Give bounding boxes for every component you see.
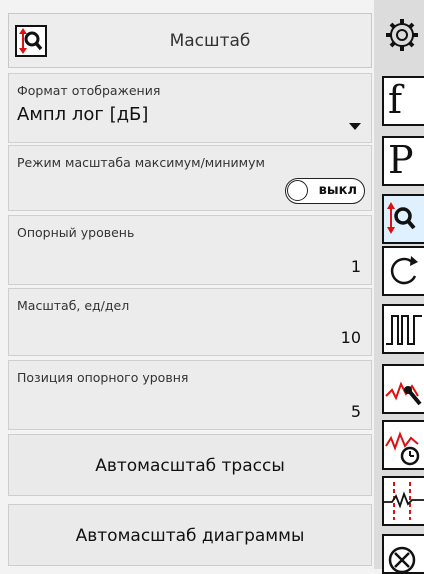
panel-header: Масштаб [8,13,372,68]
autoscale-trace-button[interactable]: Автомасштаб трассы [8,434,372,496]
marker-trace-icon [385,381,422,406]
dropdown-arrow-icon [349,123,361,130]
ref-level-value: 1 [350,257,361,276]
settings-button[interactable] [382,10,424,60]
display-format-dropdown[interactable]: Формат отображения Ампл лог [дБ] [8,73,372,143]
trace-time-icon [385,431,420,466]
toggle-knob [287,180,308,201]
scale-button[interactable] [382,194,424,244]
marker-button[interactable] [382,364,424,414]
scale-per-div-label: Масштаб, ед/дел [17,298,130,313]
scale-mode-label: Режим масштаба максимум/минимум [17,155,265,170]
ref-level-field[interactable]: Опорный уровень 1 [8,215,372,285]
toggle-state-label: выкл [318,183,357,198]
trigger-button[interactable] [382,304,424,354]
power-p-icon: P [388,138,414,182]
scale-per-div-value: 10 [340,328,361,347]
ref-position-label: Позиция опорного уровня [17,370,189,385]
zoom-scale-icon [15,25,47,57]
ref-level-label: Опорный уровень [17,225,135,240]
ref-position-field[interactable]: Позиция опорного уровня 5 [8,360,372,430]
autoscale-diagram-button[interactable]: Автомасштаб диаграммы [8,504,372,566]
power-button[interactable]: P [382,136,424,186]
limit-lines-icon [384,482,424,520]
ref-position-value: 5 [350,402,361,421]
frequency-f-icon: f [388,78,403,122]
gear-icon [386,19,418,51]
scale-mode-field: Режим масштаба максимум/минимум выкл [8,145,372,211]
display-format-label: Формат отображения [17,83,161,98]
pulse-trigger-icon [386,315,422,345]
display-format-value: Ампл лог [дБ] [17,104,149,125]
close-circle-icon [388,546,416,572]
page-title: Масштаб [169,31,251,51]
trace-time-button[interactable] [382,420,424,470]
frequency-button[interactable]: f [382,76,424,126]
close-button[interactable] [382,534,424,574]
scale-panel: Масштаб Формат отображения Ампл лог [дБ]… [0,0,374,569]
sidebar: f P [374,0,424,574]
limit-lines-button[interactable] [382,476,424,526]
sweep-cycle-icon [390,256,418,285]
zoom-scale-icon [387,202,416,234]
scale-mode-toggle[interactable]: выкл [285,178,365,204]
scale-per-div-field[interactable]: Масштаб, ед/дел 10 [8,288,372,356]
sweep-button[interactable] [382,246,424,296]
